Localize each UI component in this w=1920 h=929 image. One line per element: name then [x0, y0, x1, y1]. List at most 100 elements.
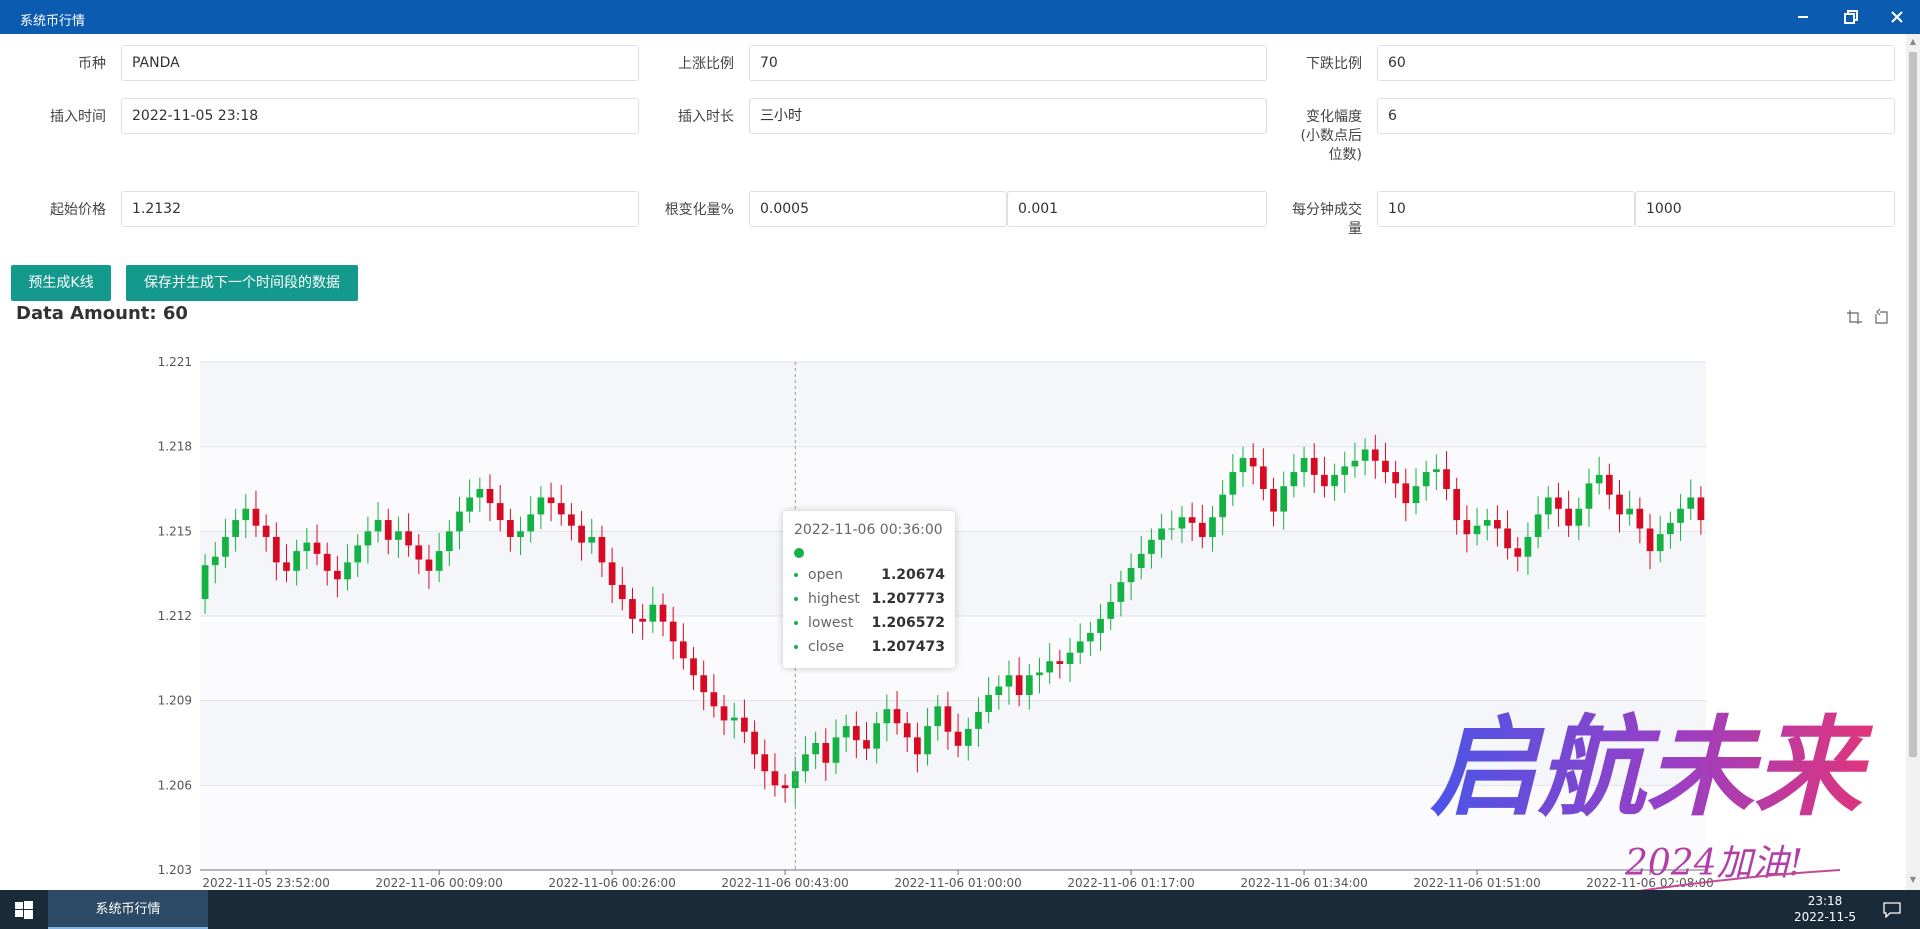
change-range-label: 变化幅度 (小数点后 位数): [1268, 108, 1362, 165]
candle-body: [893, 709, 901, 724]
candle-body: [852, 726, 860, 741]
volume-min-input[interactable]: 10: [1377, 191, 1635, 227]
candle-body: [1605, 474, 1613, 495]
candle-body: [1514, 548, 1522, 557]
volume-per-minute-label: 每分钟成交 量: [1268, 201, 1362, 239]
candle-body: [527, 514, 535, 532]
candle-body: [384, 520, 392, 540]
candle-body: [537, 497, 545, 515]
candle-body: [262, 525, 270, 537]
candle-body: [802, 754, 809, 772]
root-change-max-input[interactable]: 0.001: [1007, 191, 1267, 227]
candle-body: [781, 785, 789, 789]
candle-body: [435, 551, 443, 571]
candle-body: [1432, 469, 1440, 473]
candle-body: [1382, 460, 1389, 473]
scroll-down-icon[interactable]: ▼: [1909, 876, 1917, 884]
x-tick-label: 2022-11-06 01:00:00: [894, 876, 1021, 890]
candle-body: [1127, 568, 1135, 583]
candle-body: [588, 536, 596, 543]
candle-body: [445, 531, 453, 552]
candle-body: [1036, 672, 1043, 676]
candle-body: [1076, 641, 1084, 653]
candle-body: [486, 489, 494, 504]
candle-body: [1249, 457, 1257, 467]
root-change-label: 根变化量%: [664, 202, 734, 218]
notification-icon: [1883, 901, 1901, 918]
candle-body: [334, 570, 341, 580]
volume-max-input[interactable]: 1000: [1635, 191, 1895, 227]
candle-body: [1209, 517, 1216, 537]
candle-body: [466, 497, 474, 512]
notification-button[interactable]: [1872, 890, 1912, 929]
candle-body: [751, 731, 758, 755]
clock-date: 2022-11-5: [1793, 910, 1857, 924]
series-marker: [794, 548, 804, 558]
coin-input[interactable]: PANDA: [121, 45, 639, 81]
candle-body: [1412, 486, 1420, 504]
title-bar: 系统币行情: [0, 0, 1920, 34]
start-price-input[interactable]: 1.2132: [121, 191, 639, 227]
bullet-icon: [794, 573, 798, 577]
candle-body: [1351, 460, 1359, 467]
minimize-button[interactable]: [1780, 0, 1826, 34]
scrollbar-thumb[interactable]: [1909, 52, 1917, 757]
candle-body: [1107, 601, 1115, 619]
fall-ratio-input[interactable]: 60: [1377, 45, 1895, 81]
candle-body: [975, 711, 982, 729]
y-tick-label: 1.221: [158, 355, 192, 369]
watermark-sub-text: 2024加油!: [1624, 843, 1803, 884]
candle-body: [1148, 539, 1155, 554]
rise-ratio-label: 上涨比例: [678, 56, 734, 72]
candle-body: [1616, 494, 1623, 515]
candle-body: [944, 706, 952, 732]
candle-body: [1321, 474, 1328, 487]
windows-icon: [15, 900, 33, 919]
scroll-up-icon[interactable]: ▲: [1909, 38, 1917, 46]
vertical-scrollbar[interactable]: ▲ ▼: [1906, 34, 1920, 890]
candle-body: [374, 520, 382, 532]
candle-body: [232, 520, 239, 537]
candle-body: [1422, 472, 1430, 487]
taskbar-app[interactable]: 系统币行情: [48, 890, 208, 929]
candle-body: [598, 536, 606, 563]
candle-body: [1229, 472, 1237, 495]
close-button[interactable]: [1874, 0, 1920, 34]
zoom-icon[interactable]: [1846, 308, 1864, 326]
root-change-min-input[interactable]: 0.0005: [749, 191, 1007, 227]
candle-body: [720, 706, 728, 721]
zoom-reset-icon[interactable]: [1872, 308, 1890, 326]
tooltip-key: highest: [808, 591, 860, 607]
candle-body: [1025, 675, 1033, 696]
candle-body: [1158, 528, 1165, 540]
candle-body: [568, 514, 575, 526]
restore-button[interactable]: [1828, 0, 1874, 34]
tooltip-row-close: close 1.207473: [794, 639, 945, 659]
tooltip-row-open: open 1.20674: [794, 567, 945, 587]
start-button[interactable]: [0, 890, 48, 929]
candle-body: [954, 731, 962, 746]
y-tick-label: 1.209: [158, 694, 192, 708]
insert-time-input[interactable]: 2022-11-05 23:18: [121, 98, 639, 134]
insert-time-label: 插入时间: [50, 109, 106, 125]
candle-body: [1097, 618, 1104, 633]
rise-ratio-input[interactable]: 70: [749, 45, 1267, 81]
change-range-input[interactable]: 6: [1377, 98, 1895, 134]
taskbar-clock[interactable]: 23:18 2022-11-5: [1780, 893, 1870, 925]
candle-body: [323, 553, 331, 571]
candle-body: [964, 728, 972, 746]
insert-duration-select[interactable]: 三小时: [749, 98, 1267, 134]
candle-body: [629, 599, 636, 619]
start-price-label: 起始价格: [50, 202, 106, 218]
bullet-icon: [794, 597, 798, 601]
window-title: 系统币行情: [20, 14, 86, 29]
candle-body: [1636, 508, 1644, 529]
candle-body: [415, 545, 423, 560]
candle-body: [639, 618, 646, 622]
candle-body: [669, 621, 677, 642]
candle-body: [1697, 497, 1705, 521]
tooltip-row-lowest: lowest 1.206572: [794, 615, 945, 635]
x-tick-label: 2022-11-06 00:26:00: [548, 876, 675, 890]
candle-body: [1087, 632, 1094, 642]
candle-body: [344, 562, 351, 580]
